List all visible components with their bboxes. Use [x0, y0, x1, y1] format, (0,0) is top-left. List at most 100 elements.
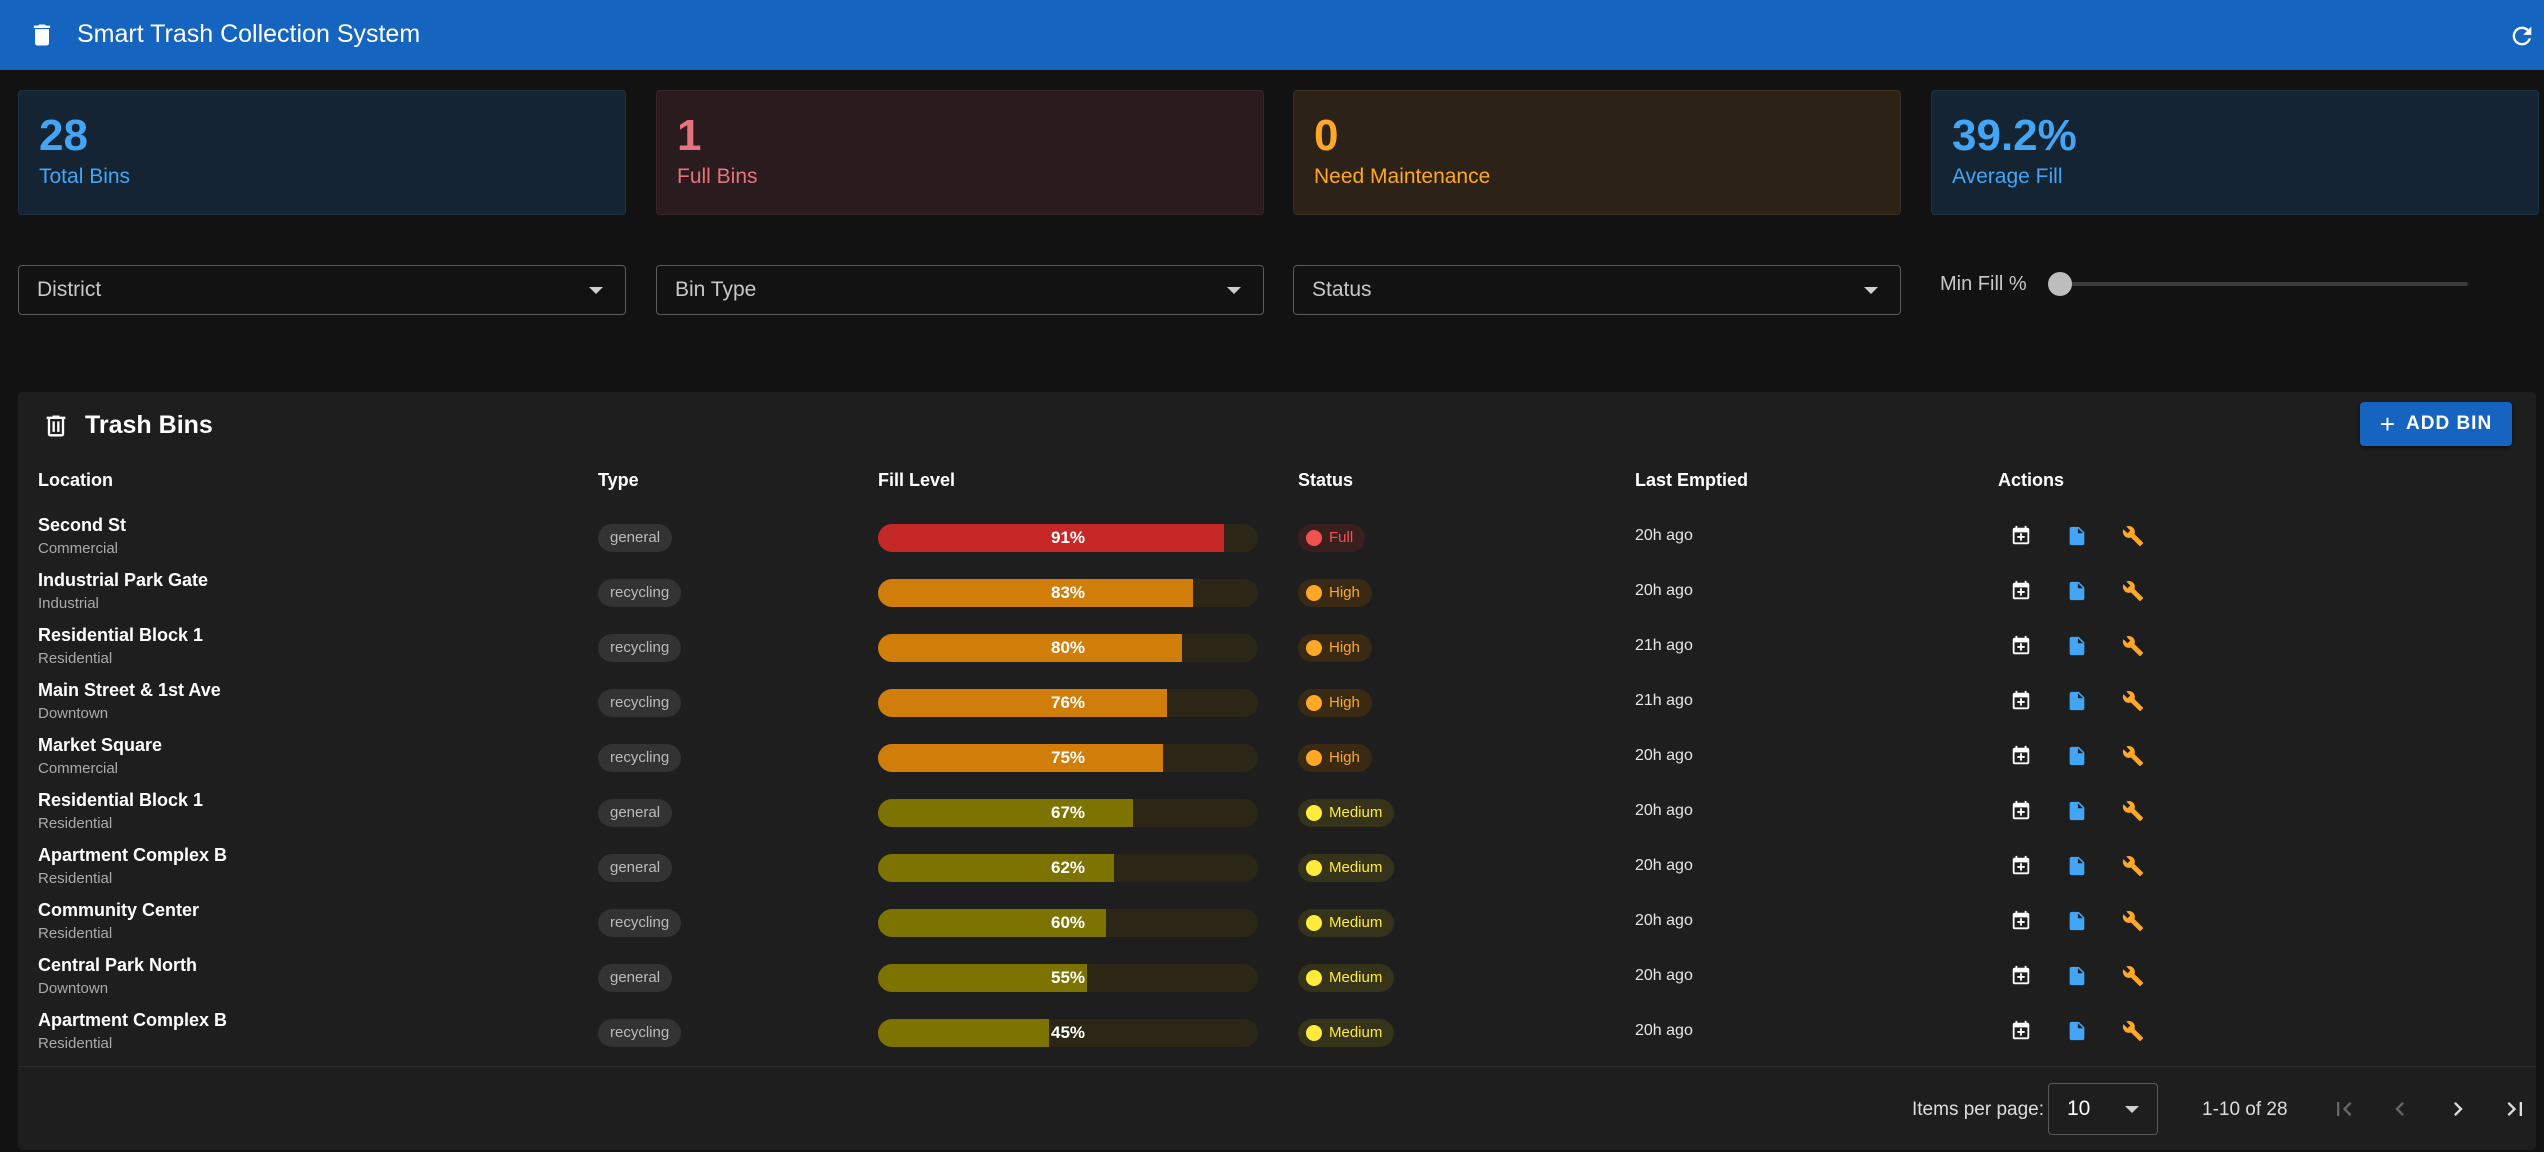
- items-per-page-select[interactable]: 10: [2048, 1083, 2158, 1135]
- last-emptied: 20h ago: [1635, 527, 1693, 544]
- document-icon[interactable]: [2066, 800, 2088, 822]
- status-badge: Medium: [1298, 964, 1395, 992]
- wrench-icon[interactable]: [2122, 800, 2144, 822]
- wrench-icon[interactable]: [2122, 580, 2144, 602]
- status-select[interactable]: Status: [1293, 265, 1901, 315]
- table-row[interactable]: Second St Commercial general 91% Full 20h ago: [18, 508, 2536, 563]
- calendar-add-icon[interactable]: [2010, 580, 2032, 602]
- items-per-page-label: Items per page:: [1912, 1099, 2045, 1120]
- wrench-icon[interactable]: [2122, 855, 2144, 877]
- status-badge: Full: [1298, 524, 1366, 552]
- status-dot-icon: [1306, 805, 1322, 821]
- table-row[interactable]: Market Square Commercial recycling 75% High 2…: [18, 728, 2536, 783]
- bin-type-chip: recycling: [598, 744, 682, 772]
- document-icon[interactable]: [2066, 690, 2088, 712]
- table-row[interactable]: Main Street & 1st Ave Downtown recycling 76…: [18, 673, 2536, 728]
- location-district: Residential: [38, 925, 113, 942]
- district-select[interactable]: District: [18, 265, 626, 315]
- slider-thumb[interactable]: [2048, 272, 2072, 296]
- wrench-icon[interactable]: [2122, 745, 2144, 767]
- calendar-add-icon[interactable]: [2010, 525, 2032, 547]
- wrench-icon[interactable]: [2122, 690, 2144, 712]
- trash-bins-card: Trash Bins + ADD BIN Location Type Fill …: [18, 392, 2536, 1150]
- status-dot-icon: [1306, 750, 1322, 766]
- document-icon[interactable]: [2066, 580, 2088, 602]
- previous-page-icon[interactable]: [2386, 1095, 2414, 1123]
- min-fill-label: Min Fill %: [1940, 273, 2027, 295]
- bin-type-chip: recycling: [598, 579, 682, 607]
- location-district: Commercial: [38, 540, 119, 557]
- fill-level-bar: 67%: [878, 799, 1258, 827]
- location-name: Main Street & 1st Ave: [38, 680, 221, 700]
- header-location[interactable]: Location: [38, 470, 113, 491]
- table-row[interactable]: Apartment Complex B Residential recycling 4…: [18, 1003, 2536, 1058]
- location-district: Residential: [38, 650, 113, 667]
- location-district: Residential: [38, 1035, 113, 1052]
- last-emptied: 20h ago: [1635, 747, 1693, 764]
- app-title: Smart Trash Collection System: [77, 20, 421, 48]
- calendar-add-icon[interactable]: [2010, 690, 2032, 712]
- status-dot-icon: [1306, 1025, 1322, 1041]
- location-district: Downtown: [38, 705, 109, 722]
- status-badge: High: [1298, 689, 1372, 717]
- stat-label: Total Bins: [39, 165, 131, 188]
- table-row[interactable]: Apartment Complex B Residential general 62%…: [18, 838, 2536, 893]
- calendar-add-icon[interactable]: [2010, 1020, 2032, 1042]
- stat-card-total-bins: 28 Total Bins: [18, 90, 626, 215]
- last-emptied: 20h ago: [1635, 912, 1693, 929]
- add-bin-button[interactable]: + ADD BIN: [2360, 402, 2512, 446]
- header-type[interactable]: Type: [598, 470, 639, 491]
- first-page-icon[interactable]: [2330, 1095, 2358, 1123]
- location-name: Second St: [38, 515, 127, 535]
- document-icon[interactable]: [2066, 855, 2088, 877]
- bin-type-chip: general: [598, 524, 673, 552]
- header-fill-level[interactable]: Fill Level: [878, 470, 955, 491]
- refresh-icon[interactable]: [2508, 22, 2536, 50]
- calendar-add-icon[interactable]: [2010, 635, 2032, 657]
- next-page-icon[interactable]: [2444, 1095, 2472, 1123]
- location-name: Residential Block 1: [38, 790, 204, 810]
- last-page-icon[interactable]: [2501, 1095, 2529, 1123]
- header-status[interactable]: Status: [1298, 470, 1353, 491]
- wrench-icon[interactable]: [2122, 910, 2144, 932]
- table-row[interactable]: Community Center Residential recycling 60% M…: [18, 893, 2536, 948]
- fill-level-bar: 75%: [878, 744, 1258, 772]
- stat-label: Average Fill: [1952, 165, 2063, 188]
- fill-level-bar: 76%: [878, 689, 1258, 717]
- wrench-icon[interactable]: [2122, 965, 2144, 987]
- document-icon[interactable]: [2066, 745, 2088, 767]
- header-last-emptied[interactable]: Last Emptied: [1635, 470, 1748, 491]
- status-badge: Medium: [1298, 854, 1395, 882]
- table-row[interactable]: Residential Block 1 Residential recycling 8…: [18, 618, 2536, 673]
- calendar-add-icon[interactable]: [2010, 745, 2032, 767]
- chevron-down-icon: [2125, 1105, 2139, 1113]
- last-emptied: 20h ago: [1635, 967, 1693, 984]
- calendar-add-icon[interactable]: [2010, 800, 2032, 822]
- document-icon[interactable]: [2066, 910, 2088, 932]
- status-badge: High: [1298, 744, 1372, 772]
- bin-type-chip: general: [598, 799, 673, 827]
- table-row[interactable]: Industrial Park Gate Industrial recycling 8…: [18, 563, 2536, 618]
- header-actions: Actions: [1998, 470, 2065, 490]
- bin-type-chip: recycling: [598, 1019, 682, 1047]
- items-per-page-value: 10: [2067, 1097, 2091, 1120]
- fill-level-percent: 76%: [1050, 693, 1086, 712]
- wrench-icon[interactable]: [2122, 635, 2144, 657]
- stat-card-average-fill: 39.2% Average Fill: [1931, 90, 2539, 215]
- calendar-add-icon[interactable]: [2010, 910, 2032, 932]
- stat-value: 1: [677, 111, 702, 160]
- document-icon[interactable]: [2066, 965, 2088, 987]
- calendar-add-icon[interactable]: [2010, 965, 2032, 987]
- calendar-add-icon[interactable]: [2010, 855, 2032, 877]
- document-icon[interactable]: [2066, 635, 2088, 657]
- table-row[interactable]: Central Park North Downtown general 55% Medi…: [18, 948, 2536, 1003]
- wrench-icon[interactable]: [2122, 525, 2144, 547]
- bin-type-select[interactable]: Bin Type: [656, 265, 1264, 315]
- slider-track[interactable]: [2060, 282, 2468, 286]
- table-row[interactable]: Residential Block 1 Residential general 67%…: [18, 783, 2536, 838]
- fill-level-percent: 62%: [1050, 858, 1086, 877]
- document-icon[interactable]: [2066, 1020, 2088, 1042]
- wrench-icon[interactable]: [2122, 1020, 2144, 1042]
- document-icon[interactable]: [2066, 525, 2088, 547]
- district-select-label: District: [37, 278, 102, 301]
